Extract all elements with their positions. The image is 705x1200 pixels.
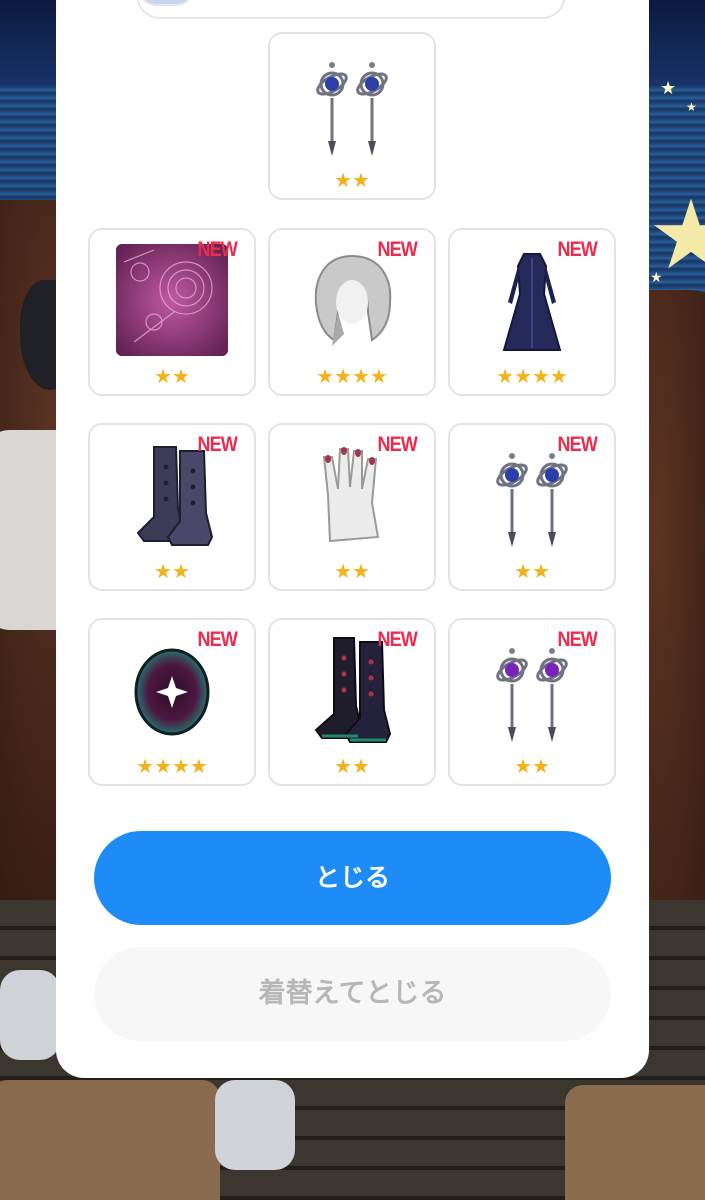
- change-and-close-button[interactable]: 着替えてとじる: [94, 947, 611, 1041]
- new-badge: NEW: [377, 628, 417, 651]
- rarity-stars: ★★: [154, 364, 190, 388]
- earrings-blue-icon: [294, 46, 410, 162]
- item-card[interactable]: NEW ★★: [448, 423, 616, 591]
- rarity-stars: ★★: [334, 754, 370, 778]
- rarity-stars: ★★: [154, 559, 190, 583]
- rarity-stars: ★★: [514, 754, 550, 778]
- new-badge: NEW: [377, 238, 417, 261]
- stool-right: [565, 1085, 705, 1200]
- item-card[interactable]: NEW ★★: [268, 423, 436, 591]
- new-badge: NEW: [557, 628, 597, 651]
- item-card[interactable]: NEW ★★: [88, 228, 256, 396]
- item-card[interactable]: ★★: [268, 32, 436, 200]
- new-badge: NEW: [197, 433, 237, 456]
- rarity-stars: ★★: [334, 168, 370, 192]
- item-card[interactable]: NEW ★★★★: [448, 228, 616, 396]
- stool-left: [0, 1080, 220, 1200]
- item-card[interactable]: NEW ★★★★: [268, 228, 436, 396]
- new-badge: NEW: [557, 433, 597, 456]
- item-card[interactable]: NEW ★★: [448, 618, 616, 786]
- new-badge: NEW: [197, 628, 237, 651]
- item-card[interactable]: NEW ★★: [268, 618, 436, 786]
- item-result-modal: ★★ NEW ★★ NEW ★★★★ NEW ★★★★ NEW ★★ NEW ★…: [56, 0, 649, 1078]
- new-badge: NEW: [377, 433, 417, 456]
- rarity-stars: ★★★★: [496, 364, 568, 388]
- star-sparkle-icon: ★: [660, 78, 677, 99]
- star-sparkle-icon: ★: [686, 100, 697, 114]
- avatar-shoe: [0, 970, 60, 1060]
- item-card[interactable]: NEW ★★: [88, 423, 256, 591]
- star-decoration-icon: ★: [648, 179, 705, 291]
- item-card[interactable]: NEW ★★★★: [88, 618, 256, 786]
- previous-item-card: [136, 0, 566, 19]
- avatar-shoe: [215, 1080, 295, 1170]
- rarity-stars: ★★★★: [316, 364, 388, 388]
- rarity-stars: ★★: [334, 559, 370, 583]
- rarity-stars: ★★★★: [136, 754, 208, 778]
- close-button[interactable]: とじる: [94, 831, 611, 925]
- new-badge: NEW: [557, 238, 597, 261]
- new-badge: NEW: [197, 238, 237, 261]
- star-sparkle-icon: ★: [650, 270, 663, 286]
- rarity-stars: ★★: [514, 559, 550, 583]
